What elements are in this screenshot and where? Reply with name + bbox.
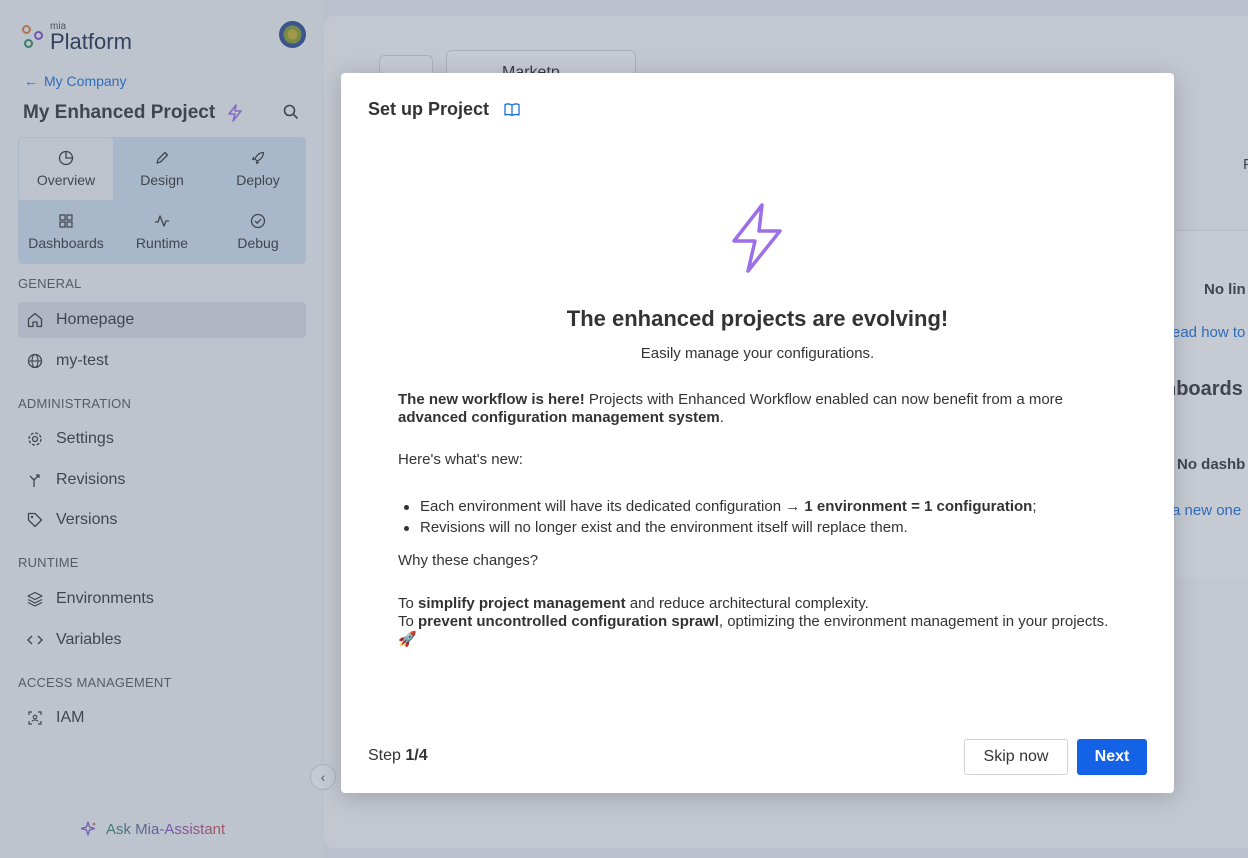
why-label: Why these changes? xyxy=(398,552,539,569)
list-item: Each environment will have its dedicated… xyxy=(398,496,1128,517)
changes-list: Each environment will have its dedicated… xyxy=(398,496,1128,538)
intro-paragraph: The new workflow is here! Projects with … xyxy=(398,391,1064,426)
book-icon[interactable] xyxy=(503,101,521,119)
lightning-hero-icon xyxy=(732,203,782,273)
modal-title-text: Set up Project xyxy=(368,99,490,119)
modal-subline: Easily manage your configurations. xyxy=(640,345,875,362)
list-item: Revisions will no longer exist and the e… xyxy=(398,517,1128,538)
next-button[interactable]: Next xyxy=(1077,739,1147,775)
modal-headline: The enhanced projects are evolving! xyxy=(566,306,949,331)
whats-new-label: Here's what's new: xyxy=(398,451,523,468)
reasons-paragraph: To simplify project management and reduc… xyxy=(398,595,1109,648)
setup-project-modal: Set up Project The enhanced projects are… xyxy=(341,73,1174,793)
modal-title: Set up Project xyxy=(368,99,521,120)
skip-now-button[interactable]: Skip now xyxy=(964,739,1068,775)
step-indicator: Step 1/4 xyxy=(368,747,428,764)
